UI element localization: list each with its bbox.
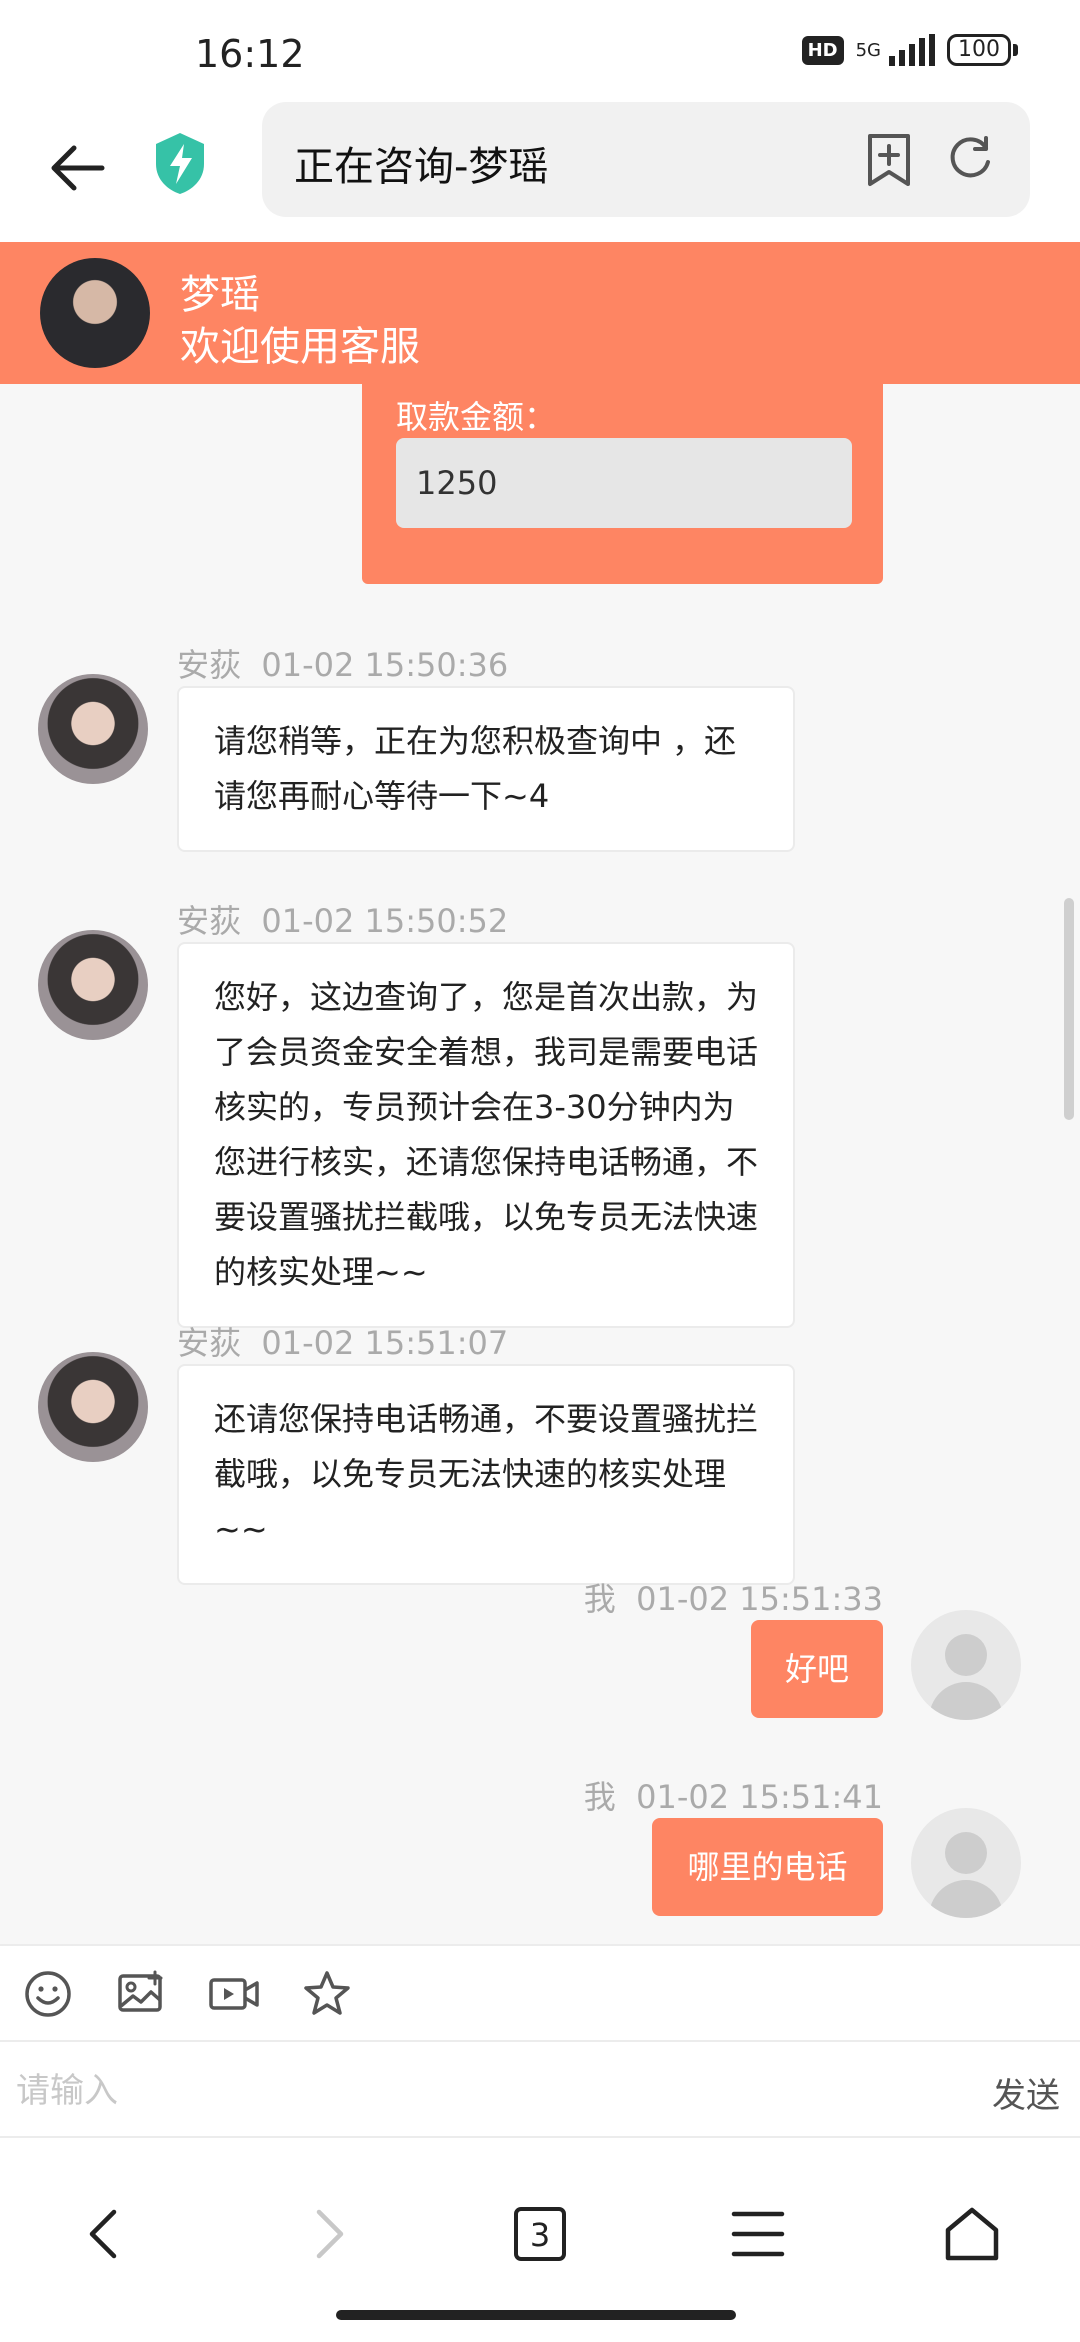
home-button[interactable]: [940, 2202, 1004, 2266]
user-avatar[interactable]: [911, 1808, 1021, 1918]
network-type: 5G: [855, 39, 881, 61]
browser-toolbar: 正在咨询-梦瑶: [0, 100, 1080, 242]
withdrawal-card: 取款金额： 1250: [362, 384, 883, 584]
message-sender: 安荻: [177, 1324, 242, 1362]
battery-icon: 100: [947, 34, 1018, 66]
user-avatar[interactable]: [911, 1610, 1021, 1720]
message-time: 01-02 15:50:36: [261, 646, 509, 684]
message-input[interactable]: [14, 2062, 918, 2120]
message-bubble: 您好，这边查询了，您是首次出款，为了会员资金安全着想，我司是需要电话核实的，专员…: [177, 942, 795, 1328]
my-message-bubble: 好吧: [751, 1620, 883, 1718]
agent-avatar: [40, 258, 150, 368]
message-time: 01-02 15:51:41: [636, 1778, 883, 1816]
emoji-button[interactable]: [22, 1968, 74, 2020]
message-time: 01-02 15:50:52: [261, 902, 509, 940]
my-message-bubble: 哪里的电话: [652, 1818, 883, 1916]
message-sender: 我: [583, 1580, 616, 1618]
smiley-icon: [25, 1971, 71, 2017]
back-button[interactable]: [40, 128, 120, 208]
message-sender: 我: [583, 1778, 616, 1816]
tabs-button[interactable]: 3: [508, 2202, 572, 2266]
add-bookmark-button[interactable]: [862, 130, 916, 190]
home-icon: [945, 2207, 999, 2261]
status-bar: 16:12 HD 5G 100: [0, 0, 1080, 100]
chat-header: 梦瑶 欢迎使用客服: [0, 242, 1080, 384]
withdrawal-amount-value: 1250: [416, 464, 498, 502]
security-shield-icon[interactable]: [150, 130, 210, 196]
message-sender: 安荻: [177, 902, 242, 940]
nav-back-button[interactable]: [74, 2202, 138, 2266]
star-icon: [304, 1971, 350, 2015]
image-icon: [118, 1970, 163, 2012]
chevron-right-icon: [316, 2209, 344, 2259]
agent-avatar[interactable]: [38, 674, 148, 784]
message-bubble: 请您稍等，正在为您积极查询中 ，还请您再耐心等待一下~4: [177, 686, 795, 852]
battery-level: 100: [947, 34, 1011, 66]
message-meta: 我 01-02 15:51:33: [584, 1574, 883, 1620]
message-time: 01-02 15:51:07: [261, 1324, 509, 1362]
video-button[interactable]: [208, 1968, 260, 2020]
nav-forward-button[interactable]: [295, 2202, 359, 2266]
refresh-icon: [950, 136, 990, 178]
image-button[interactable]: [115, 1968, 167, 2020]
chat-message-list[interactable]: 取款金额： 1250 安荻 01-02 15:50:36 请您稍等，正在为您积极…: [0, 384, 1080, 1944]
chevron-left-icon: [89, 2209, 117, 2259]
page-title: 正在咨询-梦瑶: [294, 144, 549, 190]
message-meta: 安荻 01-02 15:51:07: [177, 1318, 508, 1364]
status-icons: HD 5G 100: [801, 34, 1018, 66]
address-bar[interactable]: 正在咨询-梦瑶: [262, 102, 1030, 217]
status-time: 16:12: [195, 32, 305, 76]
agent-avatar[interactable]: [38, 930, 148, 1040]
message-sender: 安荻: [177, 646, 242, 684]
send-button[interactable]: 发送: [992, 2068, 1060, 2117]
input-toolbar: [0, 1944, 1080, 2042]
message-meta: 安荻 01-02 15:50:52: [177, 896, 508, 942]
menu-icon: [731, 2211, 785, 2257]
menu-button[interactable]: [726, 2202, 790, 2266]
video-icon: [209, 1978, 259, 2010]
arrow-left-icon: [51, 145, 105, 191]
welcome-text: 欢迎使用客服: [180, 324, 420, 370]
home-indicator[interactable]: [336, 2310, 736, 2320]
tabs-icon: 3: [514, 2207, 566, 2261]
favorite-button[interactable]: [301, 1968, 353, 2020]
agent-avatar[interactable]: [38, 1352, 148, 1462]
message-meta: 安荻 01-02 15:50:36: [177, 640, 508, 686]
hd-badge: HD: [801, 35, 844, 65]
message-bubble: 还请您保持电话畅通，不要设置骚扰拦截哦，以免专员无法快速的核实处理~~: [177, 1364, 795, 1585]
message-input-row: 发送: [0, 2040, 1080, 2138]
bookmark-add-icon: [868, 134, 910, 186]
signal-icon: [889, 34, 935, 66]
message-time: 01-02 15:51:33: [636, 1580, 883, 1618]
message-meta: 我 01-02 15:51:41: [584, 1772, 883, 1818]
tabs-count: 3: [530, 2216, 550, 2254]
withdrawal-amount-label: 取款金额：: [396, 398, 557, 436]
withdrawal-amount-field: 1250: [396, 438, 852, 528]
agent-name: 梦瑶: [180, 272, 260, 318]
refresh-button[interactable]: [942, 130, 998, 186]
chat-scrollbar[interactable]: [1064, 898, 1074, 1120]
